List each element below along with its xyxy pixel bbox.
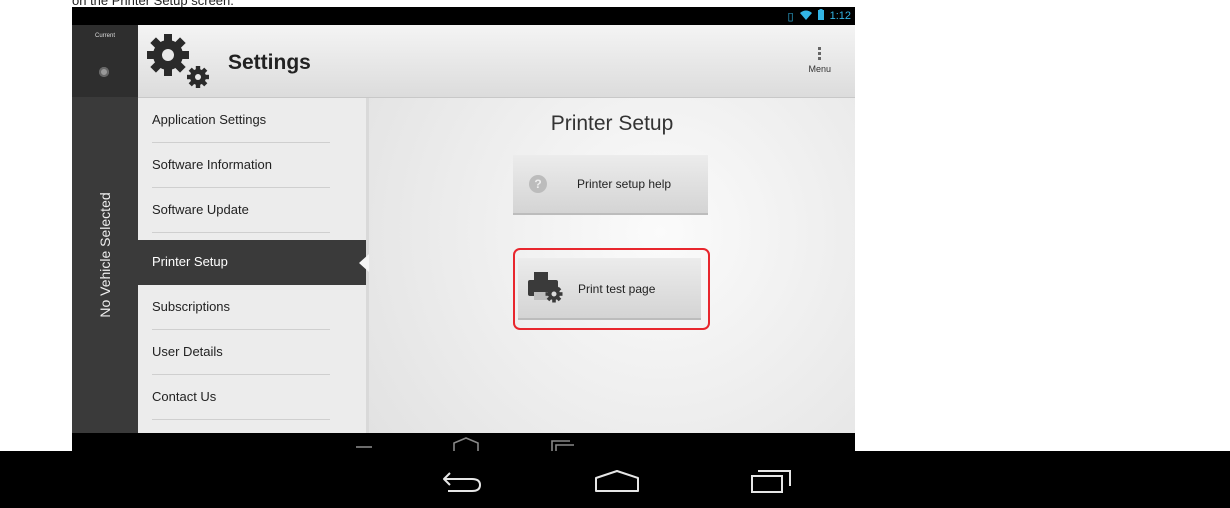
help-button-label: Printer setup help [577,177,672,191]
printer-setup-help-button[interactable]: ? Printer setup help [513,155,708,215]
nav-item-label: Software Information [152,157,272,172]
nav-item-software-information[interactable]: Software Information [138,143,366,188]
vehicle-status-icon [99,67,109,77]
gear-icon [146,33,216,96]
wifi-icon [799,10,812,23]
nav-item-label: User Details [152,344,223,359]
system-navigation-bar [0,451,1230,508]
back-icon[interactable] [440,467,484,495]
nav-item-user-details[interactable]: User Details [138,330,366,375]
settings-nav: Application Settings Software Informatio… [138,98,369,433]
nav-item-software-update[interactable]: Software Update [138,188,366,233]
left-rail: Current No Vehicle Selected [72,25,138,433]
signal-icon: ▯ [787,10,794,23]
status-time: 1:12 [829,10,851,22]
vehicle-label: No Vehicle Selected [97,192,113,318]
inner-navigation-bar [72,433,855,451]
nav-item-printer-setup[interactable]: Printer Setup [138,240,369,285]
page-title: Settings [228,51,311,74]
menu-label: Menu [808,64,831,74]
highlight-frame [513,248,710,330]
back-icon[interactable] [354,439,376,451]
nav-item-label: Software Update [152,202,249,217]
app-header: Settings Menu [138,25,855,98]
menu-icon [808,47,831,60]
home-icon[interactable] [452,437,480,451]
battery-icon [817,9,824,23]
nav-item-application-settings[interactable]: Application Settings [138,98,366,143]
nav-item-label: Contact Us [152,389,217,404]
recent-apps-icon[interactable] [548,437,578,451]
recent-apps-icon[interactable] [750,468,794,494]
help-icon: ? [529,175,547,193]
active-indicator [359,254,369,272]
nav-item-contact-us[interactable]: Contact Us [138,375,366,420]
home-icon[interactable] [594,469,640,493]
nav-item-label: Application Settings [152,112,267,127]
content-title: Printer Setup [550,112,674,135]
current-label: Current [94,33,115,39]
nav-item-label: Printer Setup [152,254,228,269]
menu-button[interactable]: Menu [808,47,831,74]
nav-item-label: Subscriptions [152,299,231,314]
nav-item-subscriptions[interactable]: Subscriptions [138,285,366,330]
tablet-screen: ▯ 1:12 Current No Vehicle Selected Setti… [72,7,855,451]
status-bar: ▯ 1:12 [72,7,855,25]
